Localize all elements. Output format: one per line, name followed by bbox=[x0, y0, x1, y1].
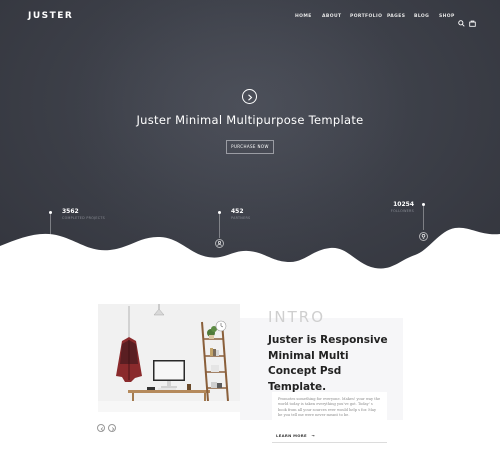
stat-dot bbox=[421, 203, 425, 206]
stat-connector bbox=[423, 206, 424, 230]
building-icon bbox=[46, 239, 55, 248]
stat-partners: 452 PARTNERS bbox=[231, 208, 250, 220]
stat-completed-projects: 3562 COMPLETED PROJECTS bbox=[62, 208, 105, 220]
stat-label: FOLLOWERS bbox=[390, 209, 414, 213]
intro-body: Promotes something for everyone. Makes! … bbox=[272, 392, 387, 422]
hero-section: JUSTER HOME ABOUT PORTFOLIO PAGES BLOG S… bbox=[0, 0, 500, 275]
stat-dot bbox=[217, 211, 221, 214]
divider bbox=[272, 442, 387, 443]
learn-more-link[interactable]: LEARN MORE → bbox=[276, 433, 315, 438]
chevron-right-icon bbox=[111, 426, 114, 431]
bulb-icon bbox=[419, 232, 428, 241]
next-button[interactable] bbox=[108, 424, 116, 432]
intro-heading-word: INTRO bbox=[268, 308, 326, 326]
prev-button[interactable] bbox=[97, 424, 105, 432]
stat-value: 10254 bbox=[393, 201, 414, 208]
stat-value: 3562 bbox=[62, 208, 79, 215]
photo-shadow bbox=[98, 400, 240, 412]
workspace-illustration bbox=[98, 304, 240, 401]
stat-label: PARTNERS bbox=[231, 216, 251, 220]
arrow-right-icon: → bbox=[311, 433, 316, 438]
chevron-left-icon bbox=[100, 426, 103, 431]
person-icon bbox=[215, 239, 224, 248]
stat-followers: 10254 FOLLOWERS bbox=[382, 201, 414, 213]
intro-title: Juster is Responsive Minimal Multi Conce… bbox=[268, 334, 388, 393]
intro-photo bbox=[98, 304, 240, 401]
learn-more-label: LEARN MORE bbox=[276, 433, 307, 438]
stat-connector bbox=[219, 214, 220, 238]
stat-dot bbox=[48, 211, 52, 214]
stat-label: COMPLETED PROJECTS bbox=[62, 216, 106, 220]
stat-connector bbox=[50, 214, 51, 238]
stat-value: 452 bbox=[231, 208, 244, 215]
